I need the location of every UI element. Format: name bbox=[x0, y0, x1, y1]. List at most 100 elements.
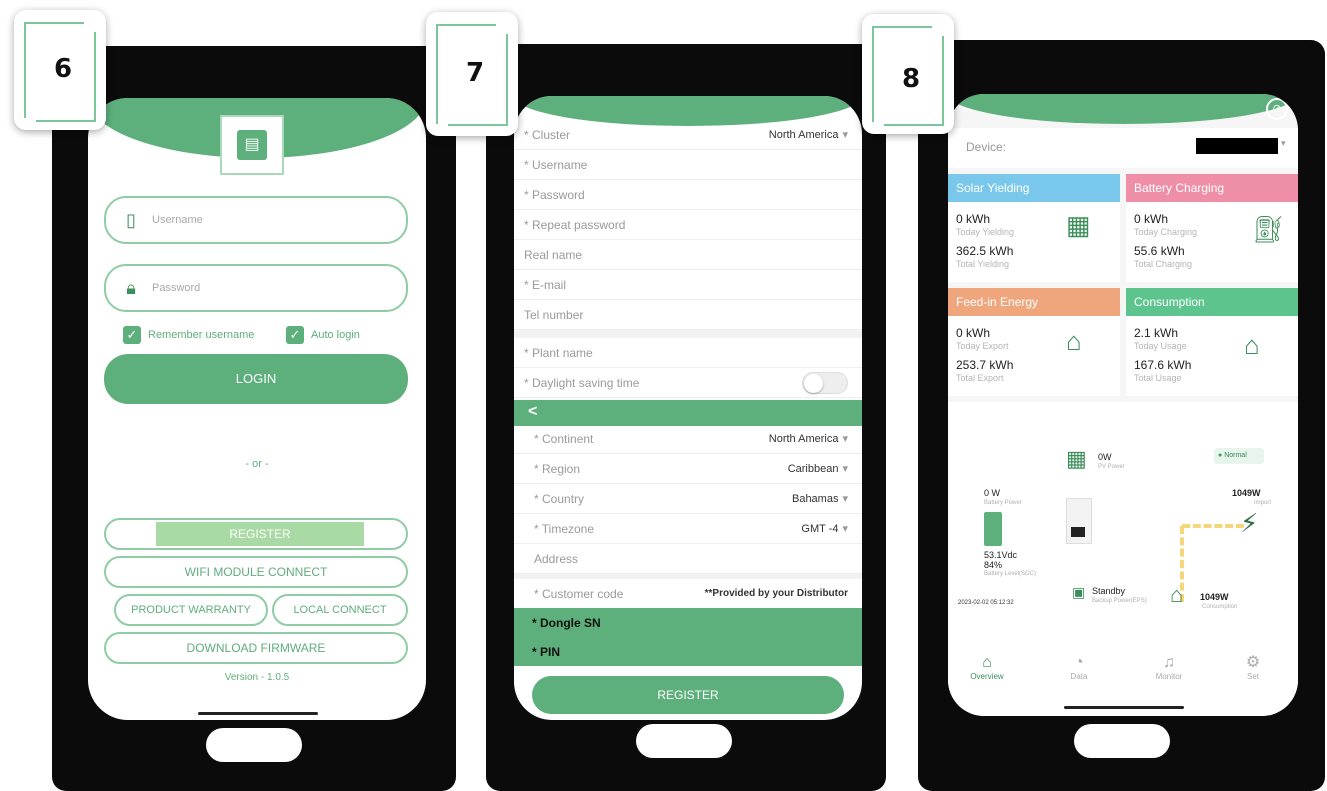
region-label: * Region bbox=[534, 461, 581, 476]
today-charging-value: 0 kWh bbox=[1134, 212, 1169, 226]
register-screen: * Cluster North America ▾ * Username * Pa… bbox=[514, 96, 862, 720]
product-warranty-button[interactable]: PRODUCT WARRANTY bbox=[114, 594, 268, 626]
status-badge: ● Normal bbox=[1214, 448, 1264, 464]
region-select[interactable]: * Region Caribbean ▾ bbox=[514, 454, 862, 484]
nav-data-label: Data bbox=[1070, 672, 1088, 681]
nav-set[interactable]: ⚙︎ Set bbox=[1228, 654, 1278, 681]
register-button[interactable]: REGISTER bbox=[104, 518, 408, 550]
chevron-down-icon: ▾ bbox=[842, 433, 848, 445]
consumption-tile[interactable]: 2.1 kWh Today Usage 167.6 kWh Total Usag… bbox=[1126, 316, 1298, 396]
solar-panel-icon: ▦ bbox=[1066, 446, 1087, 471]
bottom-nav: ⌂ Overview ◔ Data ♫ Monitor ⚙︎ Set bbox=[948, 640, 1298, 716]
username-input[interactable]: ▯ Username bbox=[104, 196, 408, 244]
real-name-label: Real name bbox=[524, 247, 583, 262]
nav-data[interactable]: ◔ Data bbox=[1054, 654, 1104, 681]
cluster-select[interactable]: * Cluster North America ▾ bbox=[514, 120, 862, 150]
register-submit-button[interactable]: REGISTER bbox=[532, 676, 844, 714]
house-grid-icon: ⌂ bbox=[1066, 326, 1082, 356]
backup-power-label: Backup Power(EPS) bbox=[1092, 598, 1147, 604]
address-label: Address bbox=[534, 551, 579, 566]
solar-yielding-tile[interactable]: 0 kWh Today Yielding 362.5 kWh Total Yie… bbox=[948, 202, 1120, 282]
step-number: 6 bbox=[54, 54, 73, 84]
username-field[interactable]: * Username bbox=[514, 150, 862, 180]
tel-number-field[interactable]: Tel number bbox=[514, 300, 862, 330]
address-field[interactable]: Address bbox=[514, 544, 862, 574]
device-selector[interactable]: Device: ▾ bbox=[948, 128, 1298, 168]
overview-header bbox=[948, 94, 1298, 124]
gear-icon: ⚙︎ bbox=[1245, 654, 1261, 671]
status-dot-icon: ● bbox=[1218, 452, 1223, 459]
local-connect-button[interactable]: LOCAL CONNECT bbox=[272, 594, 408, 626]
pin-field[interactable]: * PIN bbox=[514, 637, 862, 667]
password-placeholder: Password bbox=[152, 282, 201, 294]
password-field[interactable]: * Password bbox=[514, 180, 862, 210]
continent-select[interactable]: * Continent North America ▾ bbox=[514, 424, 862, 454]
house-icon: ⌂ bbox=[1170, 582, 1184, 607]
country-label: * Country bbox=[534, 491, 585, 506]
timezone-select[interactable]: * Timezone GMT -4 ▾ bbox=[514, 514, 862, 544]
chart-icon: ◔ bbox=[1074, 654, 1084, 671]
home-button[interactable] bbox=[636, 724, 732, 758]
repeat-password-field[interactable]: * Repeat password bbox=[514, 210, 862, 240]
feed-in-energy-tile[interactable]: 0 kWh Today Export 253.7 kWh Total Expor… bbox=[948, 316, 1120, 396]
pv-power-label: PV Power bbox=[1098, 464, 1125, 470]
solar-panel-icon: ▦ bbox=[1066, 210, 1091, 240]
battery-power-label: Battery Power bbox=[984, 500, 1022, 506]
register-button-label: REGISTER bbox=[156, 522, 364, 546]
backup-eps-icon: ▣ bbox=[1072, 584, 1086, 600]
step-number: 8 bbox=[902, 64, 921, 94]
country-value: Bahamas bbox=[791, 493, 839, 505]
nav-monitor[interactable]: ♫ Monitor bbox=[1144, 654, 1194, 681]
email-field[interactable]: * E-mail bbox=[514, 270, 862, 300]
battery-logo-icon: ▤ bbox=[220, 115, 284, 175]
today-yielding-value: 0 kWh bbox=[956, 212, 991, 226]
remember-username-checkbox[interactable]: ✓ Remember username bbox=[123, 326, 254, 344]
chevron-down-icon: ▾ bbox=[842, 129, 848, 141]
wifi-module-connect-button[interactable]: WIFI MODULE CONNECT bbox=[104, 556, 408, 588]
overview-screen: ⊘ Device: ▾ Solar Yielding 0 kWh Today Y… bbox=[948, 94, 1298, 716]
cluster-label: * Cluster bbox=[524, 127, 571, 142]
chevron-down-icon: ▾ bbox=[842, 463, 848, 475]
step-badge-7: 7 bbox=[426, 12, 518, 136]
chevron-down-icon: ▾ bbox=[842, 523, 848, 535]
today-export-label: Today Export bbox=[956, 341, 1009, 351]
auto-login-checkbox[interactable]: ✓ Auto login bbox=[286, 326, 360, 344]
home-button[interactable] bbox=[1074, 724, 1170, 758]
download-firmware-button[interactable]: DOWNLOAD FIRMWARE bbox=[104, 632, 408, 664]
version-label: Version - 1.0.5 bbox=[224, 672, 290, 683]
real-name-field[interactable]: Real name bbox=[514, 240, 862, 270]
location-header-bar: < bbox=[514, 400, 862, 426]
username-label: * Username bbox=[524, 157, 588, 172]
nav-overview[interactable]: ⌂ Overview bbox=[962, 654, 1012, 681]
home-button[interactable] bbox=[206, 728, 302, 762]
battery-charging-title: Battery Charging bbox=[1126, 174, 1298, 202]
region-value: Caribbean bbox=[787, 463, 839, 475]
solar-yielding-title: Solar Yielding bbox=[948, 174, 1120, 202]
total-yielding-label: Total Yielding bbox=[956, 259, 1010, 269]
nav-overview-label: Overview bbox=[970, 672, 1004, 681]
today-export-value: 0 kWh bbox=[956, 326, 991, 340]
username-placeholder: Username bbox=[152, 214, 203, 226]
today-usage-label: Today Usage bbox=[1134, 341, 1187, 351]
login-button[interactable]: LOGIN bbox=[104, 354, 408, 404]
customer-code-field[interactable]: * Customer code **Provided by your Distr… bbox=[514, 579, 862, 609]
total-export-label: Total Export bbox=[956, 373, 1004, 383]
customer-code-hint: **Provided by your Distributor bbox=[704, 588, 848, 599]
password-input[interactable]: 🔒︎ Password bbox=[104, 264, 408, 312]
home-indicator bbox=[198, 712, 318, 715]
daylight-saving-toggle[interactable] bbox=[802, 371, 848, 394]
grid-tower-icon: ⚡︎ bbox=[1240, 508, 1259, 538]
battery-power-value: 0 W bbox=[984, 488, 1001, 498]
country-select[interactable]: * Country Bahamas ▾ bbox=[514, 484, 862, 514]
password-label: * Password bbox=[524, 187, 585, 202]
battery-charger-icon: ⛽︎ bbox=[1252, 214, 1286, 244]
plant-name-field[interactable]: * Plant name bbox=[514, 338, 862, 368]
grid-import-value: 1049W bbox=[1232, 488, 1261, 498]
dongle-sn-field[interactable]: * Dongle SN bbox=[514, 608, 862, 638]
battery-icon bbox=[984, 512, 1002, 546]
pv-power-value: 0W bbox=[1098, 452, 1112, 462]
gauge-icon[interactable]: ⊘ bbox=[1266, 98, 1288, 120]
back-chevron-icon[interactable]: < bbox=[528, 403, 537, 421]
daylight-saving-row: * Daylight saving time bbox=[514, 368, 862, 398]
battery-charging-tile[interactable]: 0 kWh Today Charging 55.6 kWh Total Char… bbox=[1126, 202, 1298, 282]
